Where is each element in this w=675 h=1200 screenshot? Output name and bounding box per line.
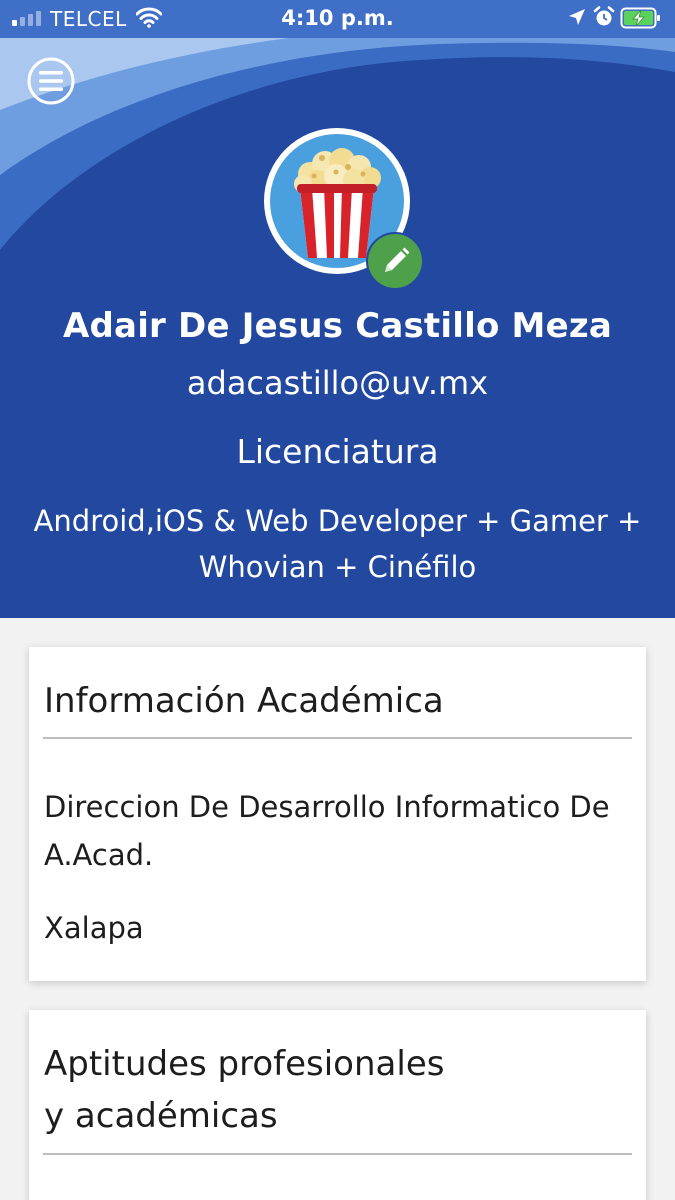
edit-profile-button[interactable]	[366, 232, 424, 290]
alarm-clock-icon	[593, 6, 615, 26]
card-divider	[43, 737, 632, 739]
academic-card-title: Información Académica	[44, 681, 444, 721]
skills-card: Aptitudes profesionales y académicas	[29, 1010, 646, 1200]
academic-location: Xalapa	[44, 911, 144, 945]
profile-name: Adair De Jesus Castillo Meza	[63, 306, 612, 346]
profile-email: adacastillo@uv.mx	[186, 364, 489, 402]
pencil-icon	[385, 247, 410, 272]
profile-bio: Android,iOS & Web Developer + Gamer + Wh…	[33, 504, 642, 584]
profile-degree: Licenciatura	[236, 432, 439, 471]
card-divider	[43, 1153, 632, 1155]
status-bar: TELCEL 4:10 p.m.	[0, 0, 675, 38]
hamburger-menu-icon[interactable]	[26, 56, 76, 106]
skills-card-title: Aptitudes profesionales y académicas	[44, 1044, 445, 1136]
academic-department: Direccion De Desarrollo Informatico De A…	[44, 790, 610, 872]
battery-charging-icon	[620, 7, 660, 29]
profile-screen: TELCEL 4:10 p.m. Adair De Jesus Castillo…	[0, 0, 675, 1200]
academic-info-card: Información Académica Direccion De Desar…	[29, 647, 646, 981]
profile-header: TELCEL 4:10 p.m. Adair De Jesus Castillo…	[0, 0, 675, 618]
location-arrow-icon	[569, 9, 585, 25]
